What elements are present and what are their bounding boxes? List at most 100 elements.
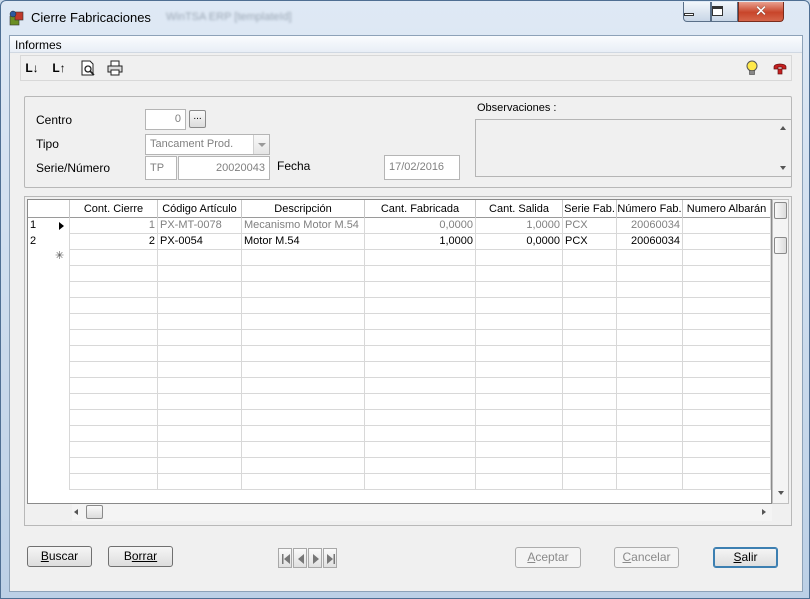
serie-field[interactable]: TP bbox=[145, 156, 177, 180]
row-number: 2 bbox=[28, 234, 70, 250]
cell-numero-albaran[interactable] bbox=[683, 234, 771, 250]
cell-empty[interactable] bbox=[563, 250, 617, 266]
cell-empty[interactable] bbox=[158, 250, 242, 266]
sort-descending-button[interactable]: L↑ bbox=[50, 60, 68, 78]
empty-cell bbox=[28, 314, 70, 330]
print-button[interactable] bbox=[106, 60, 124, 78]
empty-cell bbox=[476, 378, 563, 394]
col-header-descripcion[interactable]: Descripción bbox=[242, 200, 365, 218]
empty-row bbox=[28, 330, 771, 346]
cell-serie-fab[interactable]: PCX bbox=[563, 218, 617, 234]
cell-codigo-articulo[interactable]: PX-0054 bbox=[158, 234, 242, 250]
empty-cell bbox=[28, 378, 70, 394]
cell-cant-salida[interactable]: 1,0000 bbox=[476, 218, 563, 234]
buscar-button[interactable]: Buscar bbox=[27, 546, 92, 567]
col-header-codigo-articulo[interactable]: Código Artículo bbox=[158, 200, 242, 218]
cell-cont-cierre[interactable]: 2 bbox=[70, 234, 158, 250]
empty-cell bbox=[683, 362, 771, 378]
empty-cell bbox=[476, 474, 563, 490]
tipo-combo[interactable]: Tancament Prod. bbox=[145, 134, 270, 155]
empty-cell bbox=[365, 426, 476, 442]
cell-cant-salida[interactable]: 0,0000 bbox=[476, 234, 563, 250]
cell-empty[interactable] bbox=[683, 250, 771, 266]
empty-cell bbox=[365, 298, 476, 314]
cancelar-button[interactable]: Cancelar bbox=[614, 547, 679, 568]
scroll-up-button[interactable] bbox=[774, 202, 787, 219]
cell-numero-albaran[interactable] bbox=[683, 218, 771, 234]
col-header-serie-fab[interactable]: Serie Fab. bbox=[563, 200, 617, 218]
print-preview-button[interactable] bbox=[79, 60, 97, 78]
vertical-scroll-thumb[interactable] bbox=[774, 237, 787, 254]
empty-cell bbox=[476, 426, 563, 442]
cell-empty[interactable] bbox=[365, 250, 476, 266]
cell-serie-fab[interactable]: PCX bbox=[563, 234, 617, 250]
col-header-numero-albaran[interactable]: Numero Albarán bbox=[683, 200, 771, 218]
sort-ascending-button[interactable]: L↓ bbox=[23, 60, 41, 78]
empty-cell bbox=[683, 458, 771, 474]
chevron-down-icon[interactable] bbox=[253, 135, 269, 154]
next-record-button[interactable] bbox=[308, 548, 322, 568]
empty-cell bbox=[242, 426, 365, 442]
col-header-cant-fabricada[interactable]: Cant. Fabricada bbox=[365, 200, 476, 218]
cell-cant-fabricada[interactable]: 0,0000 bbox=[365, 218, 476, 234]
empty-cell bbox=[158, 474, 242, 490]
centro-field[interactable]: 0 bbox=[145, 109, 186, 130]
menu-informes[interactable]: Informes bbox=[15, 38, 62, 52]
empty-cell bbox=[28, 330, 70, 346]
col-header-cant-salida[interactable]: Cant. Salida bbox=[476, 200, 563, 218]
empty-cell bbox=[70, 458, 158, 474]
col-header-numero-fab[interactable]: Número Fab. bbox=[617, 200, 683, 218]
help-button[interactable] bbox=[743, 60, 761, 78]
borrar-button[interactable]: Borrar bbox=[108, 546, 173, 567]
salir-button[interactable]: Salir bbox=[713, 547, 778, 568]
first-record-button[interactable] bbox=[278, 548, 292, 568]
numero-field[interactable]: 20020043 bbox=[178, 156, 270, 180]
empty-cell bbox=[242, 458, 365, 474]
last-record-button[interactable] bbox=[323, 548, 337, 568]
scroll-right-icon[interactable] bbox=[762, 509, 766, 515]
scroll-left-icon[interactable] bbox=[74, 509, 78, 515]
maximize-button[interactable] bbox=[711, 2, 738, 22]
title-bar[interactable]: Cierre Fabricaciones WinTSA ERP [templat… bbox=[1, 1, 809, 33]
cell-empty[interactable] bbox=[476, 250, 563, 266]
scroll-up-icon[interactable] bbox=[775, 122, 791, 134]
previous-record-button[interactable] bbox=[293, 548, 307, 568]
lines-grid[interactable]: Cont. Cierre Código Artículo Descripción… bbox=[27, 199, 772, 504]
empty-row bbox=[28, 298, 771, 314]
current-row-icon bbox=[59, 222, 64, 230]
cell-descripcion[interactable]: Mecanismo Motor M.54 bbox=[242, 218, 365, 234]
minimize-button[interactable] bbox=[683, 2, 711, 22]
scroll-down-icon[interactable] bbox=[773, 487, 789, 499]
empty-cell bbox=[158, 362, 242, 378]
cell-cant-fabricada[interactable]: 1,0000 bbox=[365, 234, 476, 250]
borrar-initial: B bbox=[123, 549, 132, 563]
cell-cont-cierre[interactable]: 1 bbox=[70, 218, 158, 234]
empty-cell bbox=[158, 282, 242, 298]
window-title: Cierre Fabricaciones bbox=[31, 10, 151, 25]
cell-codigo-articulo[interactable]: PX-MT-0078 bbox=[158, 218, 242, 234]
aceptar-label: ceptar bbox=[535, 550, 569, 564]
empty-row bbox=[28, 378, 771, 394]
table-row[interactable]: 2 2 PX-0054 Motor M.54 1,0000 0,0000 PCX… bbox=[28, 234, 771, 250]
grid-vertical-scrollbar[interactable] bbox=[772, 199, 789, 504]
observaciones-scrollbar[interactable] bbox=[775, 120, 791, 176]
cell-empty[interactable] bbox=[242, 250, 365, 266]
observaciones-textarea[interactable] bbox=[475, 119, 792, 177]
grid-horizontal-scrollbar[interactable] bbox=[72, 504, 772, 521]
cell-numero-fab[interactable]: 20060034 bbox=[617, 234, 683, 250]
new-row[interactable]: ✳ bbox=[28, 250, 771, 266]
horizontal-scroll-thumb[interactable] bbox=[86, 505, 103, 519]
col-header-cont-cierre[interactable]: Cont. Cierre bbox=[70, 200, 158, 218]
aceptar-button[interactable]: Aceptar bbox=[515, 547, 581, 568]
table-row[interactable]: 1 1 PX-MT-0078 Mecanismo Motor M.54 0,00… bbox=[28, 218, 771, 234]
close-button[interactable]: ✕ bbox=[738, 2, 784, 22]
fecha-field[interactable]: 17/02/2016 bbox=[384, 155, 460, 180]
cell-empty[interactable] bbox=[617, 250, 683, 266]
tipo-label: Tipo bbox=[36, 137, 59, 151]
cell-descripcion[interactable]: Motor M.54 bbox=[242, 234, 365, 250]
cell-empty[interactable] bbox=[70, 250, 158, 266]
scroll-down-icon[interactable] bbox=[775, 162, 791, 174]
support-button[interactable] bbox=[771, 60, 789, 78]
centro-lookup-button[interactable]: ... bbox=[189, 110, 206, 128]
cell-numero-fab[interactable]: 20060034 bbox=[617, 218, 683, 234]
